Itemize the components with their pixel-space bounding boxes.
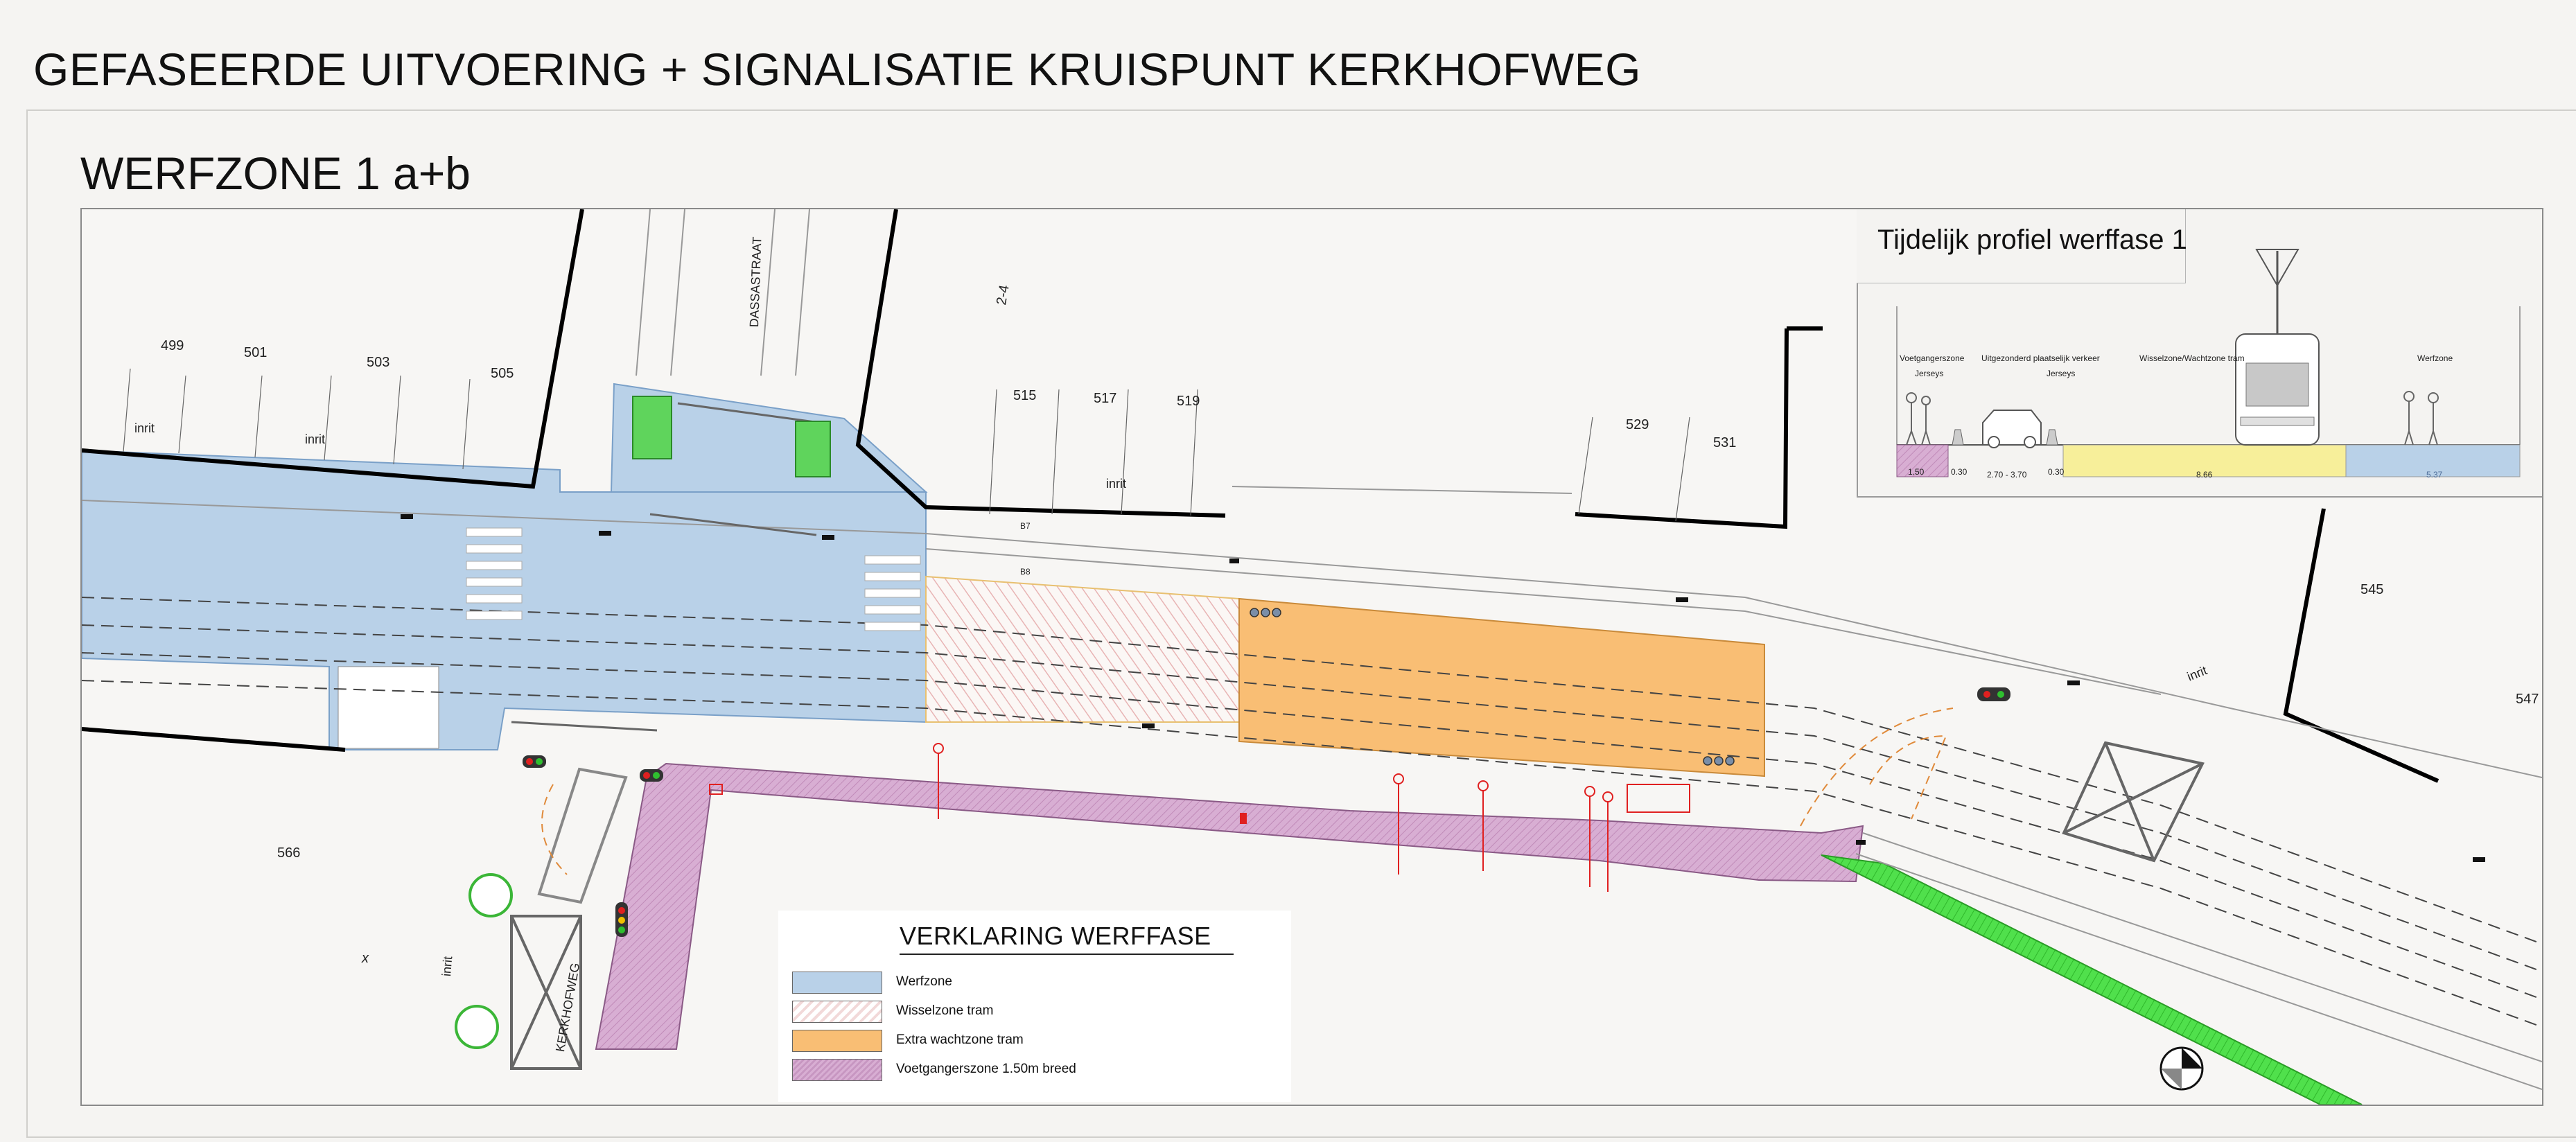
house-number-503: 503: [367, 355, 390, 370]
legend-item-voetgangerszone: Voetgangerszone 1.50m breed: [792, 1059, 1277, 1081]
legend-label: Wisselzone tram: [896, 1003, 994, 1018]
extra-wachtzone-area: [1238, 597, 1765, 778]
dimension-traffic-lane: 2.70 - 3.70: [1987, 470, 2027, 480]
profile-zone-wisselzone: Wisselzone/Wachtzone tram: [2139, 353, 2245, 363]
driveway-label-5: inrit: [439, 956, 455, 977]
dimension-wisselzone: 8.66: [2196, 470, 2213, 480]
legend-underline: [900, 954, 1234, 955]
dimension-jersey-left: 0.30: [1951, 467, 1968, 477]
extra-wachtzone-swatch: [792, 1030, 882, 1052]
site-plan-drawing: 499 501 503 505 2-4 515 517 519 529 531 …: [80, 208, 2543, 1106]
driveway-label-2: inrit: [305, 432, 326, 446]
profile-zone-werfzone: Werfzone: [2417, 353, 2453, 363]
profile-jerseys-right: Jerseys: [2047, 369, 2076, 378]
marker-x: x: [362, 951, 369, 966]
legend-title: VERKLARING WERFFASE: [900, 922, 1211, 950]
house-number-499: 499: [161, 338, 184, 353]
house-number-529: 529: [1626, 417, 1649, 432]
house-number-505: 505: [491, 366, 514, 381]
house-number-566: 566: [277, 845, 301, 861]
profile-title-box: Tijdelijk profiel werffase 1: [1857, 209, 2187, 283]
dimension-werfzone: 5.37: [2426, 470, 2443, 480]
house-number-515: 515: [1013, 388, 1037, 403]
driveway-label-3: inrit: [1106, 477, 1127, 491]
wisselzone-swatch: [792, 1001, 882, 1023]
legend-label: Werfzone: [896, 974, 952, 989]
house-number-519: 519: [1177, 394, 1200, 409]
profile-title: Tijdelijk profiel werffase 1: [1877, 225, 2187, 255]
legend-label: Extra wachtzone tram: [896, 1033, 1024, 1047]
house-number-547: 547: [2516, 692, 2539, 707]
dimension-voetgangerszone: 1.50: [1908, 467, 1925, 477]
green-zone: [1821, 854, 2363, 1105]
house-number-531: 531: [1713, 435, 1737, 450]
legend-label: Voetgangerszone 1.50m breed: [896, 1062, 1076, 1076]
page-title: GEFASEERDE UITVOERING + SIGNALISATIE KRU…: [33, 44, 1642, 95]
driveway-label-1: inrit: [134, 421, 155, 435]
werfzone-swatch: [792, 972, 882, 994]
north-arrow: [2159, 1046, 2204, 1091]
house-number-517: 517: [1094, 391, 1117, 406]
profile-jerseys-left: Jerseys: [1915, 369, 1944, 378]
road-code-b8: B8: [1020, 567, 1031, 577]
zone-subtitle: WERFZONE 1 a+b: [80, 148, 471, 199]
profile-zone-voetgangerszone: Voetgangerszone: [1900, 353, 1965, 363]
road-code-b7: B7: [1020, 521, 1031, 531]
house-number-545: 545: [2360, 582, 2384, 597]
legend-item-werfzone: Werfzone: [792, 972, 1277, 994]
white-refuge: [338, 666, 439, 749]
legend-item-extra-wachtzone: Extra wachtzone tram: [792, 1030, 1277, 1052]
voetgangerszone-swatch: [792, 1059, 882, 1081]
dimension-jersey-right: 0.30: [2048, 467, 2065, 477]
house-number-501: 501: [244, 345, 268, 360]
legend-item-wisselzone: Wisselzone tram: [792, 1001, 1277, 1023]
legend-panel: VERKLARING WERFFASE Werfzone Wisselzone …: [778, 911, 1291, 1102]
profile-zone-uitgezonderd: Uitgezonderd plaatselijk verkeer: [1981, 353, 2100, 363]
